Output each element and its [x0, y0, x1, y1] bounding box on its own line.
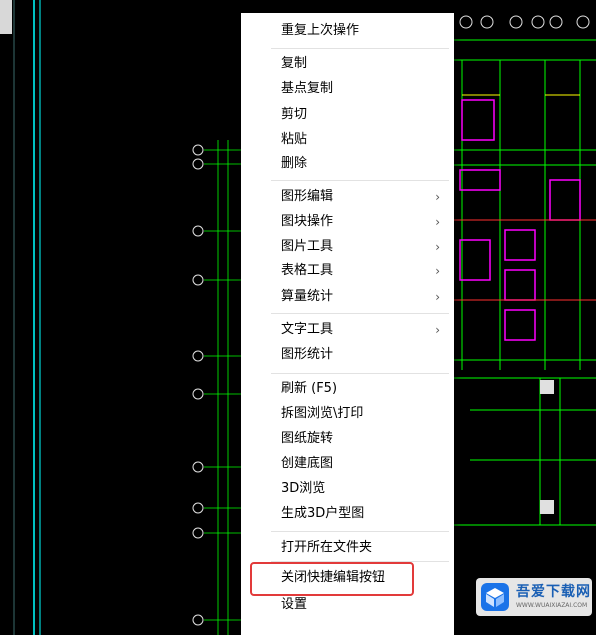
menu-item-label: 设置: [281, 597, 308, 612]
cad-top-bubbles: [459, 15, 590, 29]
menu-item-graphic-statistics[interactable]: 图形统计: [241, 343, 454, 367]
menu-item-label: 图纸旋转: [281, 431, 334, 446]
submenu-arrow-icon: ›: [435, 240, 440, 254]
menu-item-label: 图形编辑: [281, 189, 334, 204]
menu-item-label: 重复上次操作: [281, 23, 360, 38]
menu-item-image-tools[interactable]: 图片工具 ›: [241, 235, 454, 259]
menu-separator: [271, 531, 449, 532]
menu-item-base-point-copy[interactable]: 基点复制: [241, 77, 454, 101]
watermark: 吾爱下载网 WWW.WUAIXIAZAI.COM: [476, 578, 592, 616]
menu-item-create-base-map[interactable]: 创建底图: [241, 452, 454, 476]
menu-item-label: 删除: [281, 156, 308, 171]
cad-wall-lines: [454, 39, 596, 526]
cad-yellow-dims: [462, 94, 580, 221]
submenu-arrow-icon: ›: [435, 264, 440, 278]
menu-item-label: 文字工具: [281, 322, 334, 337]
menu-item-paste[interactable]: 粘贴: [241, 128, 454, 152]
menu-item-quantity-statistics[interactable]: 算量统计 ›: [241, 285, 454, 309]
menu-item-label: 图形统计: [281, 347, 334, 362]
menu-item-label: 图片工具: [281, 239, 334, 254]
menu-item-label: 基点复制: [281, 81, 334, 96]
submenu-arrow-icon: ›: [435, 290, 440, 304]
menu-separator: [271, 373, 449, 374]
menu-item-label: 拆图浏览\打印: [281, 406, 364, 421]
cad-axis-lines: [204, 140, 241, 635]
context-menu: 重复上次操作 复制 基点复制 剪切 粘贴 删除 图形编辑 › 图块操作 › 图片工具 › 表格工具 › 算量…: [241, 13, 454, 635]
menu-item-table-tools[interactable]: 表格工具 ›: [241, 259, 454, 283]
menu-item-3d-view[interactable]: 3D浏览: [241, 477, 454, 501]
menu-item-repeat-last-operation[interactable]: 重复上次操作: [241, 19, 454, 43]
menu-item-open-containing-folder[interactable]: 打开所在文件夹: [241, 536, 454, 560]
menu-item-label: 创建底图: [281, 456, 334, 471]
submenu-arrow-icon: ›: [435, 323, 440, 337]
submenu-arrow-icon: ›: [435, 190, 440, 204]
menu-item-copy[interactable]: 复制: [241, 52, 454, 76]
menu-item-label: 刷新 (F5): [281, 381, 338, 396]
menu-separator: [271, 48, 449, 49]
cad-white-dims: [540, 380, 554, 514]
menu-item-settings[interactable]: 设置: [241, 593, 454, 617]
menu-item-graphic-edit[interactable]: 图形编辑 ›: [241, 185, 454, 209]
highlight-box: [250, 562, 414, 596]
menu-item-block-operation[interactable]: 图块操作 ›: [241, 210, 454, 234]
menu-separator: [271, 313, 449, 314]
menu-item-label: 图块操作: [281, 214, 334, 229]
menu-separator: [271, 180, 449, 181]
watermark-url: WWW.WUAIXIAZAI.COM: [516, 602, 588, 609]
cad-axis-bubbles: [192, 144, 204, 626]
box-icon: [481, 583, 509, 611]
menu-item-text-tools[interactable]: 文字工具 ›: [241, 318, 454, 342]
submenu-arrow-icon: ›: [435, 215, 440, 229]
menu-item-delete[interactable]: 删除: [241, 152, 454, 176]
menu-item-label: 复制: [281, 56, 308, 71]
watermark-title: 吾爱下载网: [516, 584, 591, 600]
menu-item-label: 算量统计: [281, 289, 334, 304]
menu-item-drawing-rotate[interactable]: 图纸旋转: [241, 427, 454, 451]
menu-item-label: 粘贴: [281, 132, 308, 147]
menu-item-generate-3d-floorplan[interactable]: 生成3D户型图: [241, 502, 454, 526]
menu-item-label: 打开所在文件夹: [281, 540, 373, 555]
menu-item-label: 3D浏览: [281, 481, 326, 496]
menu-item-label: 剪切: [281, 107, 308, 122]
menu-item-label: 表格工具: [281, 263, 334, 278]
menu-item-refresh[interactable]: 刷新 (F5): [241, 377, 454, 401]
menu-item-split-view-print[interactable]: 拆图浏览\打印: [241, 402, 454, 426]
menu-item-label: 生成3D户型图: [281, 506, 365, 521]
menu-item-cut[interactable]: 剪切: [241, 103, 454, 127]
